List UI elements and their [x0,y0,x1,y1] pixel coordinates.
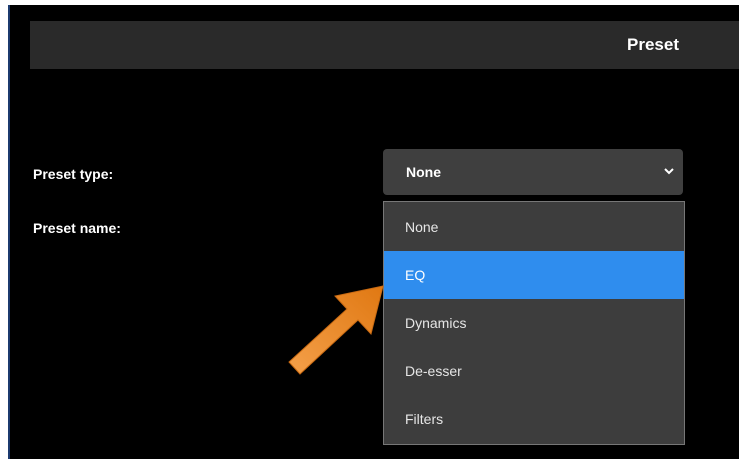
pointer-arrow-icon [288,285,384,375]
panel-header: Preset [30,21,739,69]
preset-type-value: None [406,164,441,180]
panel-title: Preset [627,35,679,54]
option-none[interactable]: None [384,203,684,251]
chevron-down-icon [664,168,674,175]
option-dynamics[interactable]: Dynamics [384,299,684,347]
preset-name-label: Preset name: [33,220,121,236]
preset-type-select[interactable]: None [383,149,683,195]
option-filters[interactable]: Filters [384,395,684,443]
preset-type-dropdown: None EQ Dynamics De-esser Filters [383,201,685,445]
preset-type-label: Preset type: [33,166,114,182]
option-de-esser[interactable]: De-esser [384,347,684,395]
option-eq[interactable]: EQ [384,251,684,299]
